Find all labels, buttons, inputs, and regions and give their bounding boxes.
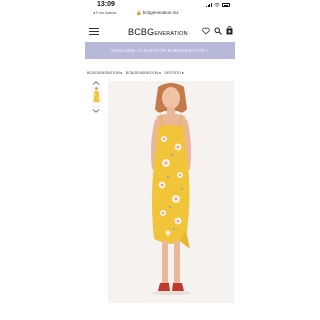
chevron-up-icon[interactable]: [89, 81, 103, 85]
brand-logo[interactable]: BCBGENERATION: [128, 27, 188, 37]
status-time: 13:09: [97, 1, 115, 8]
promo-banner-text: DESCUBRE LO NUEVO DE BCBGENERATION >: [111, 48, 209, 53]
thumbnail-strip: [89, 81, 103, 113]
logo-main: BCBG: [128, 27, 155, 37]
breadcrumb-item[interactable]: BCBGENERATION ▸: [126, 71, 162, 75]
status-bar: 13:09 ◂Foto kiakas 🔒 bcbgeneration.mx: [84, 0, 236, 16]
header-icons: [202, 26, 233, 35]
breadcrumb-item[interactable]: BCBGENERATION ▸: [87, 71, 123, 75]
back-icon: ◂: [93, 10, 96, 15]
carrier-label[interactable]: ◂Foto kiakas: [93, 10, 116, 15]
logo-small: ENERATION: [154, 31, 188, 37]
breadcrumb: BCBGENERATION ▸ BCBGENERATION ▸ VESTIDO …: [87, 70, 186, 75]
lock-icon: 🔒: [136, 10, 142, 15]
product-main-image[interactable]: [108, 81, 234, 303]
model-photo: [108, 81, 234, 303]
heart-icon[interactable]: [202, 27, 210, 35]
address-text: bcbgeneration.mx: [142, 10, 179, 15]
address-bar[interactable]: 🔒 bcbgeneration.mx: [136, 10, 179, 16]
carrier-text: Foto kiakas: [96, 10, 117, 15]
chevron-down-icon[interactable]: [89, 109, 103, 113]
signal-icon: [206, 3, 212, 7]
site-header: BCBGENERATION: [84, 20, 236, 42]
promo-banner[interactable]: DESCUBRE LO NUEVO DE BCBGENERATION >: [85, 42, 235, 59]
battery-icon: [222, 3, 230, 7]
wifi-icon: [214, 3, 220, 7]
phone-screen: 13:09 ◂Foto kiakas 🔒 bcbgeneration.mx BC…: [84, 0, 236, 320]
product-thumbnail[interactable]: [90, 86, 102, 108]
menu-icon[interactable]: [89, 28, 99, 35]
breadcrumb-item[interactable]: VESTIDO ▸: [164, 71, 184, 75]
thumbnail-image: [90, 86, 102, 108]
shopping-bag-icon[interactable]: [226, 26, 233, 35]
search-icon[interactable]: [214, 27, 222, 35]
system-indicators: [206, 3, 230, 7]
